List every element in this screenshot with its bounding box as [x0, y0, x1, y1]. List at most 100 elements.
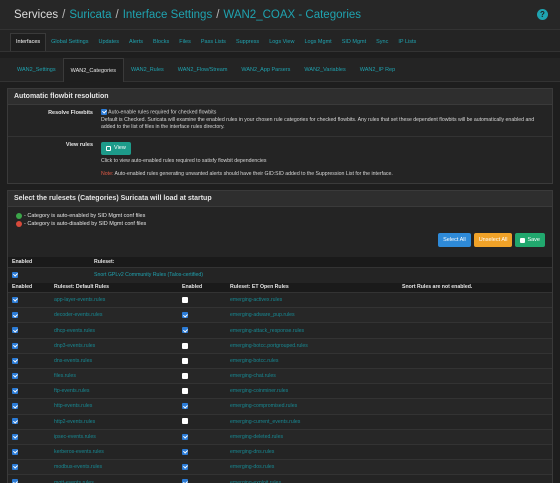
default-rule-link[interactable]: dns-events.rules — [54, 358, 92, 364]
et-rule-name: emerging-deleted.rules — [226, 428, 398, 445]
et-rule-checkbox[interactable] — [182, 388, 188, 395]
tab-logs-view[interactable]: Logs View — [264, 39, 299, 51]
default-rule-link[interactable]: ipsec-events.rules — [54, 434, 96, 440]
default-rule-checkbox[interactable] — [12, 479, 18, 483]
tab-sync[interactable]: Sync — [371, 39, 393, 51]
unselect-all-button[interactable]: Unselect All — [473, 233, 513, 248]
tab-files[interactable]: Files — [174, 39, 196, 51]
et-rule-checkbox[interactable] — [182, 296, 188, 303]
default-rule-checkbox[interactable] — [12, 448, 18, 455]
rulesets-panel-title: Select the rulesets (Categories) Suricat… — [8, 191, 552, 208]
et-rule-checkbox[interactable] — [182, 418, 188, 425]
default-rule-link[interactable]: ftp-events.rules — [54, 388, 89, 394]
default-rule-link[interactable]: mqtt-events.rules — [54, 480, 94, 483]
subtab-app-parsers[interactable]: WAN2_App Parsers — [234, 58, 297, 82]
tab-pass-lists[interactable]: Pass Lists — [196, 39, 231, 51]
breadcrumb-separator: / — [115, 8, 119, 21]
view-rules-button[interactable]: View — [101, 142, 131, 156]
default-rule-checkbox[interactable] — [12, 357, 18, 364]
et-rule-link[interactable]: emerging-deleted.rules — [230, 434, 283, 440]
et-rule-checkbox[interactable] — [182, 372, 188, 379]
breadcrumb-current-page[interactable]: WAN2_COAX - Categories — [223, 9, 361, 21]
subtab-settings[interactable]: WAN2_Settings — [10, 58, 63, 82]
default-rule-checkbox[interactable] — [12, 403, 18, 410]
ruleset-row: modbus-events.rules emerging-dos.rules — [8, 459, 552, 475]
et-rule-enabled-cell — [178, 383, 226, 399]
default-rule-link[interactable]: dnp3-events.rules — [54, 343, 95, 349]
et-rule-checkbox[interactable] — [182, 433, 188, 440]
tab-blocks[interactable]: Blocks — [148, 39, 174, 51]
et-rule-enabled-cell — [178, 474, 226, 483]
default-rule-checkbox[interactable] — [12, 312, 18, 319]
et-rule-checkbox[interactable] — [182, 403, 188, 410]
tab-ip-lists[interactable]: IP Lists — [393, 39, 421, 51]
default-rule-link[interactable]: files.rules — [54, 373, 76, 379]
community-rule-link[interactable]: Snort GPLv2 Community Rules (Talos-certi… — [94, 272, 203, 278]
default-rule-checkbox[interactable] — [12, 418, 18, 425]
help-icon[interactable]: ? — [537, 9, 548, 20]
default-rule-checkbox[interactable] — [12, 372, 18, 379]
et-rule-name: emerging-exploit.rules — [226, 474, 398, 483]
et-rule-checkbox[interactable] — [182, 464, 188, 471]
et-rule-enabled-cell — [178, 367, 226, 384]
save-button[interactable]: Save — [515, 233, 545, 248]
et-rule-link[interactable]: emerging-activex.rules — [230, 297, 282, 303]
default-rule-link[interactable]: decoder-events.rules — [54, 312, 102, 318]
et-rule-checkbox[interactable] — [182, 357, 188, 364]
tab-suppress[interactable]: Suppress — [231, 39, 264, 51]
et-rule-link[interactable]: emerging-current_events.rules — [230, 419, 300, 425]
et-rule-name: emerging-chat.rules — [226, 367, 398, 384]
et-rule-link[interactable]: emerging-botcc.rules — [230, 358, 278, 364]
subtab-rules[interactable]: WAN2_Rules — [124, 58, 171, 82]
default-rule-checkbox[interactable] — [12, 342, 18, 349]
et-rule-link[interactable]: emerging-botcc.portgrouped.rules — [230, 343, 308, 349]
et-rule-checkbox[interactable] — [182, 312, 188, 319]
community-rule-checkbox[interactable] — [12, 272, 18, 279]
tab-updates[interactable]: Updates — [93, 39, 124, 51]
view-rules-value: View Click to view auto-enabled rules re… — [101, 137, 552, 183]
et-rule-link[interactable]: emerging-dns.rules — [230, 449, 274, 455]
et-rule-link[interactable]: emerging-attack_response.rules — [230, 328, 304, 334]
tab-logs-mgmt[interactable]: Logs Mgmt — [299, 39, 336, 51]
default-rule-enabled-cell — [8, 322, 50, 339]
default-rule-link[interactable]: kerberos-events.rules — [54, 449, 104, 455]
subtab-ip-rep[interactable]: WAN2_IP Rep — [353, 58, 402, 82]
et-rule-link[interactable]: emerging-adware_pup.rules — [230, 312, 295, 318]
subtab-variables[interactable]: WAN2_Variables — [297, 58, 352, 82]
default-rule-link[interactable]: app-layer-events.rules — [54, 297, 105, 303]
et-rule-link[interactable]: emerging-compromised.rules — [230, 403, 297, 409]
et-rule-link[interactable]: emerging-exploit.rules — [230, 480, 281, 483]
default-rule-checkbox[interactable] — [12, 327, 18, 334]
tab-global-settings[interactable]: Global Settings — [46, 39, 93, 51]
default-rule-link[interactable]: http2-events.rules — [54, 419, 95, 425]
et-rule-link[interactable]: emerging-dos.rules — [230, 464, 274, 470]
subtab-flow-stream[interactable]: WAN2_Flow/Stream — [171, 58, 235, 82]
default-rule-link[interactable]: http-events.rules — [54, 403, 92, 409]
breadcrumb-interface-settings[interactable]: Interface Settings — [123, 9, 213, 21]
et-rule-checkbox[interactable] — [182, 342, 188, 349]
et-rule-checkbox[interactable] — [182, 448, 188, 455]
breadcrumb-suricata[interactable]: Suricata — [69, 9, 111, 21]
default-rule-link[interactable]: modbus-events.rules — [54, 464, 102, 470]
snort-rule-cell — [398, 367, 552, 384]
et-rule-checkbox[interactable] — [182, 327, 188, 334]
resolve-flowbits-value: Auto-enable rules required for checked f… — [101, 105, 552, 136]
select-all-button[interactable]: Select All — [438, 233, 471, 248]
et-rule-enabled-cell — [178, 307, 226, 323]
tab-alerts[interactable]: Alerts — [124, 39, 148, 51]
et-rule-checkbox[interactable] — [182, 479, 188, 483]
resolve-flowbits-checkbox[interactable] — [101, 109, 107, 115]
et-rule-link[interactable]: emerging-coinminer.rules — [230, 388, 288, 394]
et-rule-link[interactable]: emerging-chat.rules — [230, 373, 276, 379]
ruleset-row: app-layer-events.rules emerging-activex.r… — [8, 292, 552, 308]
tab-sid-mgmt[interactable]: SID Mgmt — [337, 39, 371, 51]
tab-interfaces[interactable]: Interfaces — [10, 33, 47, 51]
default-rule-checkbox[interactable] — [12, 464, 18, 471]
default-rule-checkbox[interactable] — [12, 433, 18, 440]
et-rule-name: emerging-attack_response.rules — [226, 322, 398, 339]
et-rule-name: emerging-botcc.rules — [226, 352, 398, 369]
default-rule-checkbox[interactable] — [12, 388, 18, 395]
default-rule-link[interactable]: dhcp-events.rules — [54, 328, 95, 334]
default-rule-checkbox[interactable] — [12, 296, 18, 303]
subtab-categories[interactable]: WAN2_Categories — [62, 57, 124, 82]
